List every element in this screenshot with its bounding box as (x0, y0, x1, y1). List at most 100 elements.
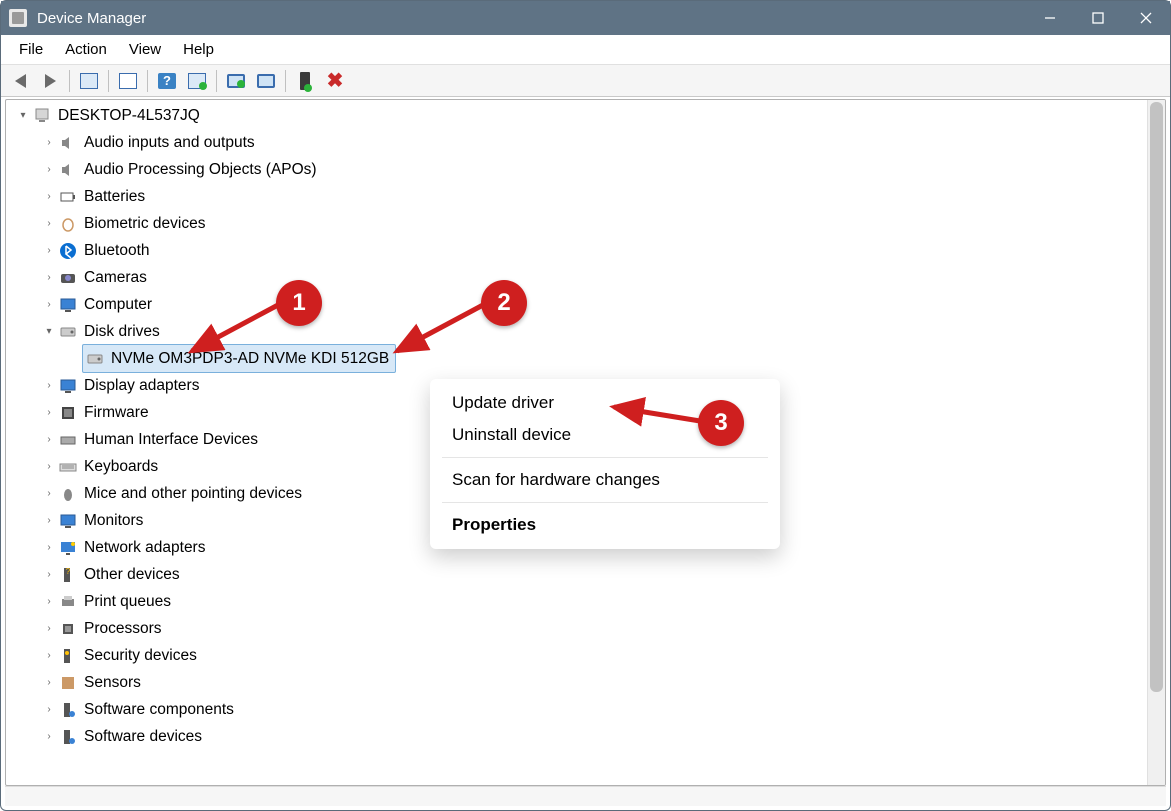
help-button[interactable]: ? (152, 67, 182, 95)
chevron-right-icon[interactable]: › (40, 237, 58, 264)
category-icon (58, 539, 78, 557)
menu-help[interactable]: Help (173, 37, 226, 62)
vertical-scrollbar[interactable] (1147, 100, 1165, 785)
chevron-right-icon[interactable]: › (40, 426, 58, 453)
tree-category-node[interactable]: ▾ Disk drives (8, 318, 1145, 345)
category-icon (58, 431, 78, 449)
context-properties[interactable]: Properties (430, 509, 780, 541)
forward-button[interactable] (35, 67, 65, 95)
tree-category-label: Monitors (84, 507, 143, 534)
menu-file[interactable]: File (9, 37, 55, 62)
tree-category-node[interactable]: › Audio inputs and outputs (8, 129, 1145, 156)
tree-category-label: Firmware (84, 399, 149, 426)
tree-category-label: Biometric devices (84, 210, 205, 237)
properties-button[interactable] (113, 67, 143, 95)
update-driver-toolbar-button[interactable] (221, 67, 251, 95)
context-scan-hardware[interactable]: Scan for hardware changes (430, 464, 780, 496)
menu-view[interactable]: View (119, 37, 173, 62)
enable-device-button[interactable] (290, 67, 320, 95)
toolbar-separator (285, 70, 286, 92)
tree-category-label: Bluetooth (84, 237, 150, 264)
menubar: File Action View Help (1, 35, 1170, 65)
chevron-down-icon[interactable]: ▾ (14, 102, 32, 129)
category-icon (58, 647, 78, 665)
tree-category-node[interactable]: › Audio Processing Objects (APOs) (8, 156, 1145, 183)
tree-category-label: Print queues (84, 588, 171, 615)
tree-category-node[interactable]: › Sensors (8, 669, 1145, 696)
tree-category-label: Disk drives (84, 318, 160, 345)
computer-icon (32, 107, 52, 125)
category-icon (58, 728, 78, 746)
chevron-right-icon[interactable]: › (40, 588, 58, 615)
chevron-right-icon[interactable]: › (40, 561, 58, 588)
titlebar: Device Manager (1, 1, 1170, 35)
annotation-arrow-3 (608, 399, 708, 429)
uninstall-device-toolbar-button[interactable]: ✖ (320, 67, 350, 95)
tree-category-label: Audio inputs and outputs (84, 129, 255, 156)
category-icon (58, 701, 78, 719)
tree-category-node[interactable]: › Security devices (8, 642, 1145, 669)
chevron-right-icon[interactable]: › (40, 264, 58, 291)
category-icon (58, 242, 78, 260)
chevron-right-icon[interactable]: › (40, 642, 58, 669)
action-button[interactable] (182, 67, 212, 95)
tree-category-label: Keyboards (84, 453, 158, 480)
tree-device-node[interactable]: NVMe OM3PDP3-AD NVMe KDI 512GB (8, 345, 1145, 372)
chevron-right-icon[interactable]: › (40, 507, 58, 534)
tree-category-label: Processors (84, 615, 162, 642)
chevron-right-icon[interactable]: › (40, 615, 58, 642)
tree-category-node[interactable]: › Software devices (8, 723, 1145, 750)
tree-category-node[interactable]: › Software components (8, 696, 1145, 723)
tree-category-label: Network adapters (84, 534, 205, 561)
category-icon (58, 674, 78, 692)
chevron-right-icon[interactable]: › (40, 480, 58, 507)
menu-action[interactable]: Action (55, 37, 119, 62)
tree-category-label: Sensors (84, 669, 141, 696)
category-icon (58, 485, 78, 503)
tree-root-label: DESKTOP-4L537JQ (58, 102, 200, 129)
window-title: Device Manager (37, 10, 146, 27)
statusbar (5, 786, 1166, 806)
tree-root-node[interactable]: ▾ DESKTOP-4L537JQ (8, 102, 1145, 129)
chevron-right-icon[interactable]: › (40, 723, 58, 750)
chevron-down-icon[interactable]: ▾ (40, 318, 58, 345)
chevron-right-icon[interactable]: › (40, 669, 58, 696)
chevron-right-icon[interactable]: › (40, 291, 58, 318)
close-button[interactable] (1122, 1, 1170, 35)
category-icon (58, 377, 78, 395)
toolbar-separator (216, 70, 217, 92)
chevron-right-icon[interactable]: › (40, 210, 58, 237)
tree-category-label: Cameras (84, 264, 147, 291)
tree-category-node[interactable]: › Biometric devices (8, 210, 1145, 237)
back-button[interactable] (5, 67, 35, 95)
tree-category-node[interactable]: › Batteries (8, 183, 1145, 210)
chevron-right-icon[interactable]: › (40, 372, 58, 399)
tree-category-node[interactable]: › Cameras (8, 264, 1145, 291)
category-icon (58, 188, 78, 206)
tree-category-node[interactable]: › ? Other devices (8, 561, 1145, 588)
category-icon (58, 323, 78, 341)
chevron-right-icon[interactable]: › (40, 156, 58, 183)
maximize-button[interactable] (1074, 1, 1122, 35)
category-icon (58, 215, 78, 233)
annotation-arrow-1 (186, 301, 286, 361)
category-icon (58, 134, 78, 152)
show-hide-console-button[interactable] (74, 67, 104, 95)
minimize-button[interactable] (1026, 1, 1074, 35)
chevron-right-icon[interactable]: › (40, 129, 58, 156)
chevron-right-icon[interactable]: › (40, 696, 58, 723)
chevron-right-icon[interactable]: › (40, 534, 58, 561)
tree-category-label: Software components (84, 696, 234, 723)
scan-hardware-button[interactable] (251, 67, 281, 95)
device-manager-icon (9, 9, 27, 27)
tree-category-node[interactable]: › Computer (8, 291, 1145, 318)
tree-category-label: Other devices (84, 561, 180, 588)
chevron-right-icon[interactable]: › (40, 183, 58, 210)
scroll-thumb[interactable] (1150, 102, 1163, 692)
chevron-right-icon[interactable]: › (40, 453, 58, 480)
tree-category-node[interactable]: › Bluetooth (8, 237, 1145, 264)
category-icon (58, 269, 78, 287)
tree-category-node[interactable]: › Print queues (8, 588, 1145, 615)
chevron-right-icon[interactable]: › (40, 399, 58, 426)
tree-category-node[interactable]: › Processors (8, 615, 1145, 642)
